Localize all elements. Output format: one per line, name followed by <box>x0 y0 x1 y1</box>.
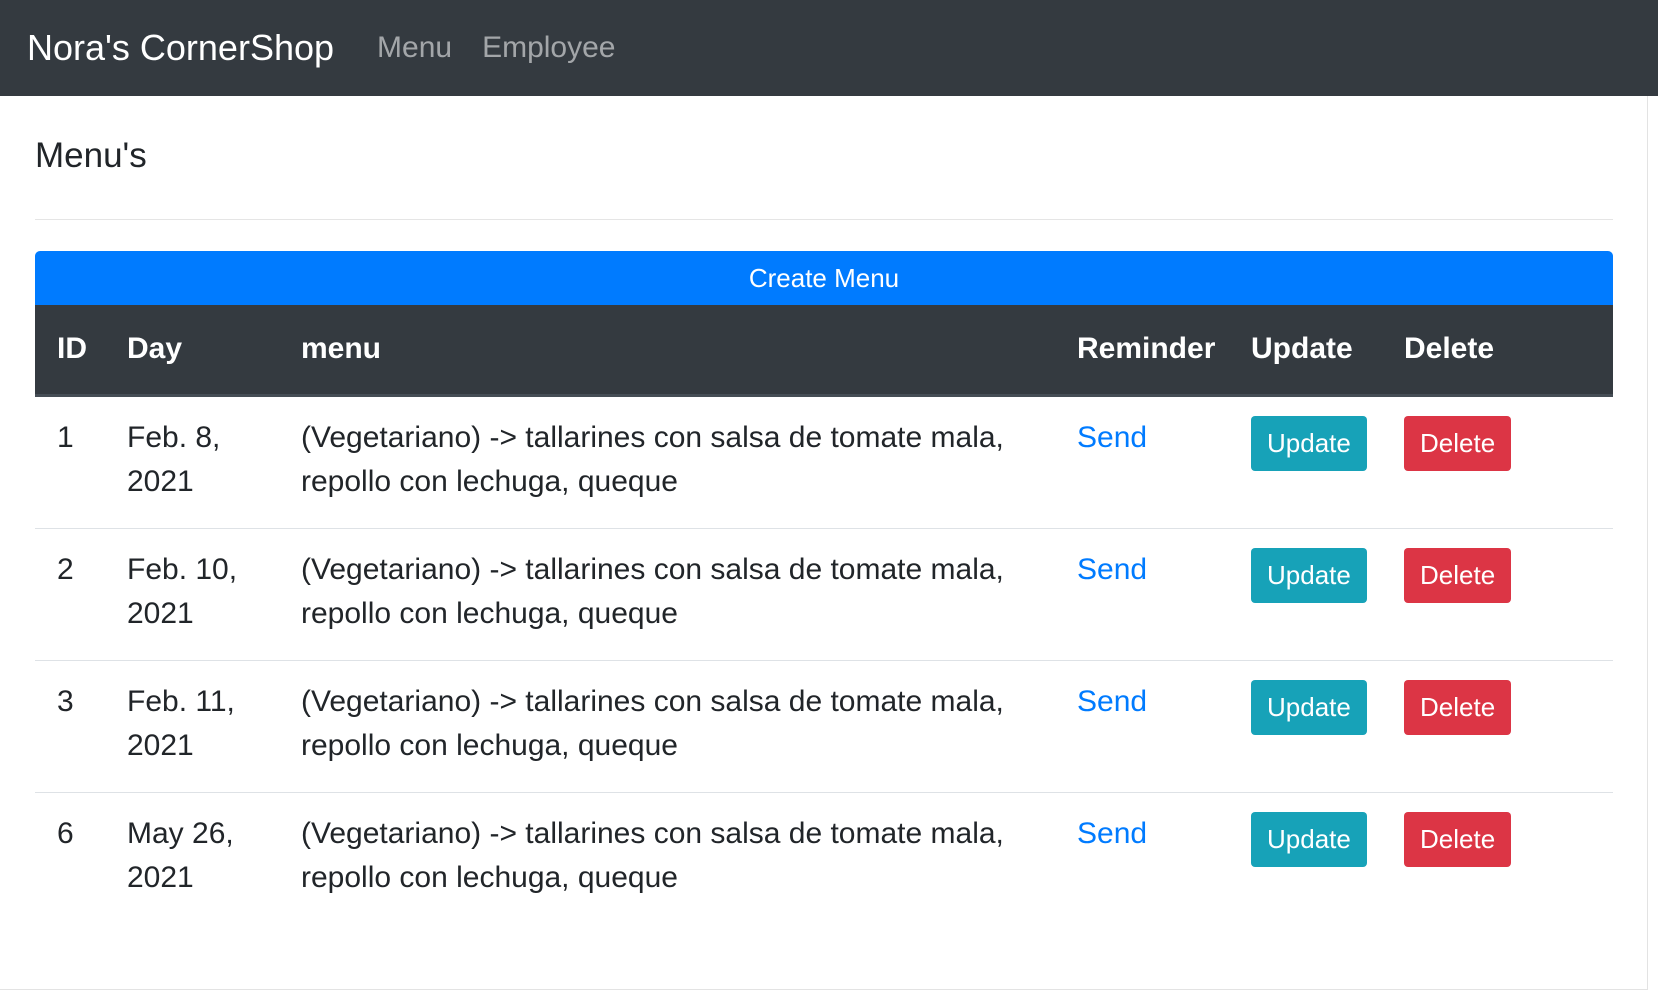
cell-day: May 26, 2021 <box>127 816 234 894</box>
update-button[interactable]: Update <box>1251 811 1367 867</box>
update-button[interactable]: Update <box>1251 679 1367 735</box>
update-button[interactable]: Update <box>1251 547 1367 603</box>
cell-reminder: Send <box>1055 395 1229 529</box>
delete-button[interactable]: Delete <box>1404 811 1512 867</box>
update-button[interactable]: Update <box>1251 415 1367 471</box>
create-menu-button[interactable]: Create Menu <box>35 251 1613 305</box>
cell-reminder: Send <box>1055 660 1229 793</box>
table-row: 2 Feb. 10, 2021 (Vegetariano) -> tallari… <box>35 528 1613 661</box>
send-reminder-link[interactable]: Send <box>1077 685 1147 718</box>
menu-table: ID Day menu Reminder Update Delete 1 Feb… <box>35 305 1613 924</box>
column-header-id: ID <box>35 305 105 397</box>
table-header-row: ID Day menu Reminder Update Delete <box>35 305 1613 397</box>
cell-update: Update <box>1229 660 1382 793</box>
column-header-reminder: Reminder <box>1055 305 1229 397</box>
cell-reminder: Send <box>1055 528 1229 661</box>
cell-update: Update <box>1229 528 1382 661</box>
cell-delete: Delete <box>1382 792 1613 924</box>
cell-reminder: Send <box>1055 792 1229 924</box>
cell-day: Feb. 8, 2021 <box>105 395 279 529</box>
send-reminder-link[interactable]: Send <box>1077 553 1147 586</box>
table-row: 3 Feb. 11, 2021 (Vegetariano) -> tallari… <box>35 660 1613 793</box>
cell-id: 1 <box>35 395 105 529</box>
nav-link-menu[interactable]: Menu <box>377 31 452 65</box>
send-reminder-link[interactable]: Send <box>1077 421 1147 454</box>
cell-delete: Delete <box>1382 660 1613 793</box>
cell-menu: (Vegetariano) -> tallarines con salsa de… <box>279 528 1055 661</box>
delete-button[interactable]: Delete <box>1404 679 1512 735</box>
cell-update: Update <box>1229 792 1382 924</box>
brand-link[interactable]: Nora's CornerShop <box>27 27 334 69</box>
cell-menu: (Vegetariano) -> tallarines con salsa de… <box>279 395 1055 529</box>
cell-menu: (Vegetariano) -> tallarines con salsa de… <box>279 660 1055 793</box>
cell-id: 3 <box>35 660 105 793</box>
delete-button[interactable]: Delete <box>1404 547 1512 603</box>
cell-menu: (Vegetariano) -> tallarines con salsa de… <box>301 816 1004 894</box>
column-header-menu: menu <box>279 305 1055 397</box>
main-card: Menu's Create Menu ID Day menu Reminder … <box>0 96 1648 990</box>
table-row: 6 May 26, 2021 (Vegetariano) -> tallarin… <box>35 792 1613 924</box>
delete-button[interactable]: Delete <box>1404 415 1512 471</box>
column-header-delete: Delete <box>1382 305 1613 397</box>
column-header-day: Day <box>105 305 279 397</box>
cell-day: Feb. 11, 2021 <box>105 660 279 793</box>
cell-id: 6 <box>57 816 74 850</box>
cell-id: 2 <box>35 528 105 661</box>
nav-link-employee[interactable]: Employee <box>482 31 615 65</box>
cell-day: Feb. 10, 2021 <box>105 528 279 661</box>
header-divider <box>35 219 1613 220</box>
column-header-update: Update <box>1229 305 1382 397</box>
page-title: Menu's <box>35 136 147 175</box>
table-row: 1 Feb. 8, 2021 (Vegetariano) -> tallarin… <box>35 395 1613 529</box>
cell-update: Update <box>1229 395 1382 529</box>
cell-delete: Delete <box>1382 395 1613 529</box>
send-reminder-link[interactable]: Send <box>1077 817 1147 850</box>
cell-delete: Delete <box>1382 528 1613 661</box>
top-navbar: Nora's CornerShop Menu Employee <box>0 0 1658 96</box>
